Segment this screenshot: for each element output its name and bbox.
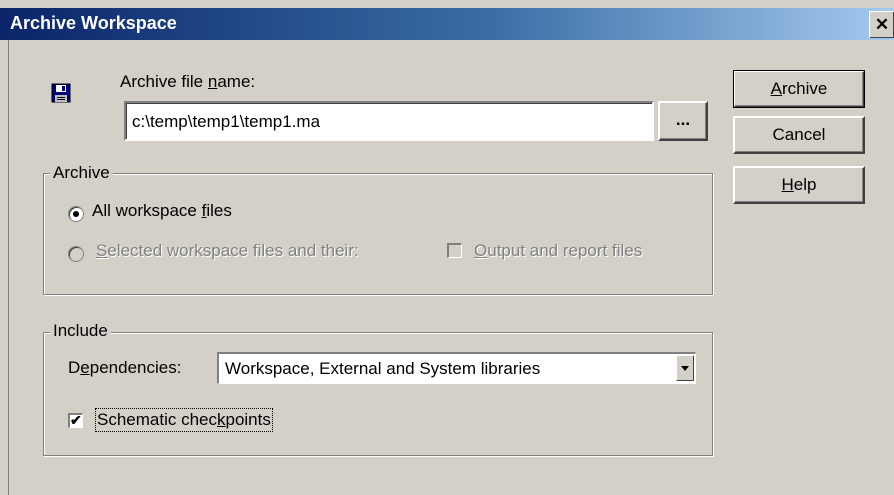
archive-file-name-value: c:\temp\temp1\temp1.ma <box>132 112 321 131</box>
archive-file-name-label: Archive file name: <box>120 72 256 91</box>
chevron-down-icon[interactable] <box>676 355 694 381</box>
schematic-checkpoints-label[interactable]: Schematic checkpoints <box>95 408 273 432</box>
selected-workspace-files-label: Selected workspace files and their: <box>96 241 359 260</box>
all-workspace-files-radio[interactable] <box>68 206 84 222</box>
all-workspace-files-label[interactable]: All workspace files <box>92 201 232 221</box>
selected-workspace-files-radio[interactable] <box>68 246 84 262</box>
window-title: Archive Workspace <box>10 13 177 33</box>
archive-button[interactable]: Archive <box>733 70 865 108</box>
archive-file-name-input[interactable]: c:\temp\temp1\temp1.ma <box>124 101 654 141</box>
dependencies-selected-value: Workspace, External and System libraries <box>225 359 541 378</box>
cancel-button[interactable]: Cancel <box>733 116 865 154</box>
include-groupbox <box>43 332 713 456</box>
dialog-left-edge <box>8 40 9 495</box>
floppy-disk-icon <box>51 83 71 103</box>
archive-group-title: Archive <box>50 163 113 183</box>
output-report-files-checkbox[interactable] <box>447 243 462 258</box>
title-bar[interactable]: Archive Workspace ✕ <box>0 8 894 40</box>
archive-groupbox <box>43 173 713 295</box>
schematic-checkpoints-checkbox[interactable]: ✔ <box>68 412 83 428</box>
dependencies-label: Dependencies: <box>68 358 182 377</box>
archive-workspace-dialog: Archive Workspace ✕ Archive file name: c… <box>0 0 894 495</box>
output-report-files-label: Output and report files <box>474 241 643 260</box>
radio-selected-dot <box>73 211 79 217</box>
checkmark-icon: ✔ <box>70 412 82 428</box>
dependencies-dropdown[interactable]: Workspace, External and System libraries <box>217 352 696 384</box>
help-button[interactable]: Help <box>733 166 865 204</box>
close-icon: ✕ <box>874 15 890 34</box>
close-button[interactable]: ✕ <box>869 11 894 38</box>
include-group-title: Include <box>50 321 111 341</box>
browse-button[interactable]: ... <box>658 101 708 141</box>
